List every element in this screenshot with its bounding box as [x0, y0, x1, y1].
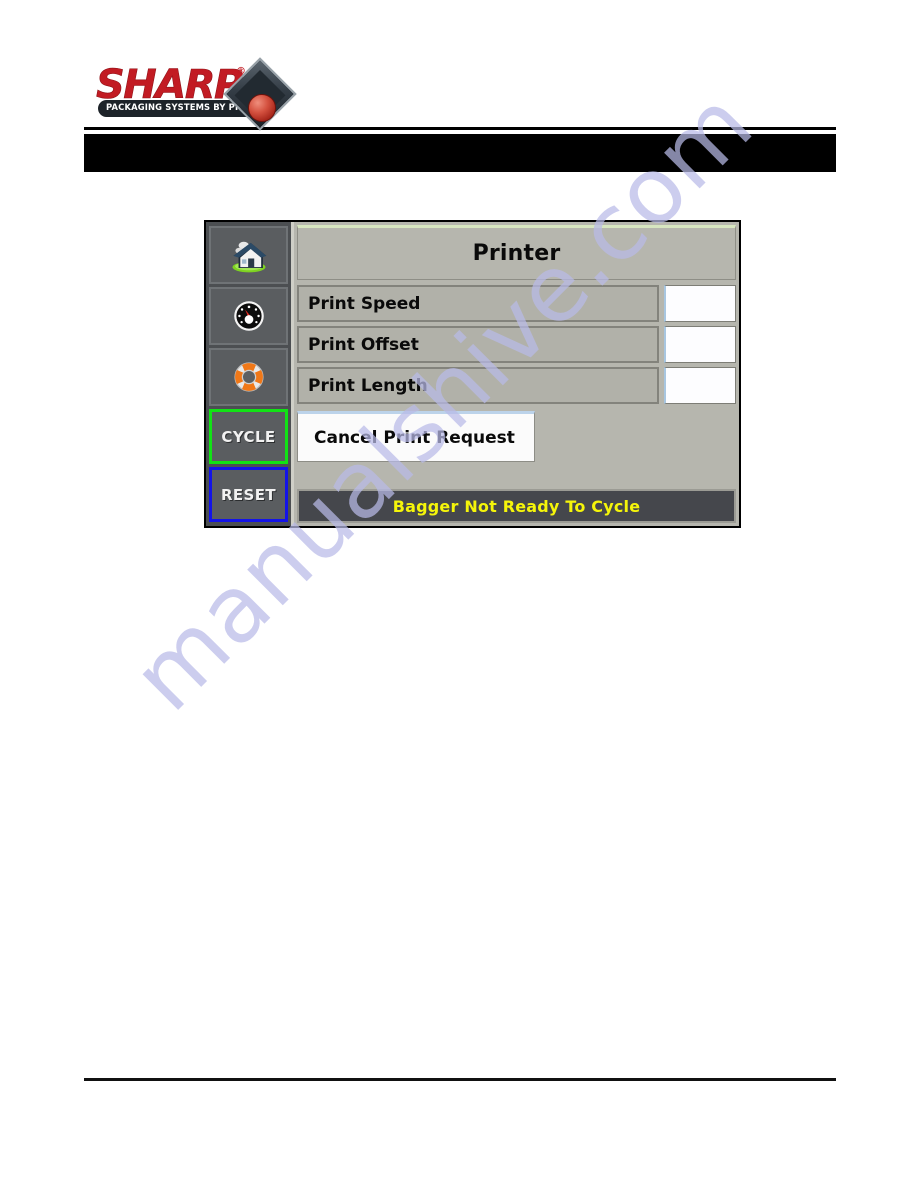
cancel-print-request-button[interactable]: Cancel Print Request — [297, 411, 535, 462]
print-offset-value[interactable] — [664, 326, 736, 363]
table-row: Print Offset — [297, 326, 736, 363]
gauge-icon — [233, 301, 264, 331]
footer-rule — [84, 1078, 836, 1081]
home-icon — [231, 241, 266, 273]
print-length-label-field[interactable]: Print Length — [297, 367, 659, 404]
reset-button-label: RESET — [220, 485, 277, 504]
print-length-value[interactable] — [664, 367, 736, 404]
document-page: SHARP ® PACKAGING SYSTEMS BY PREGIS CYCL… — [0, 0, 918, 1188]
cycle-button[interactable]: CYCLE — [209, 409, 288, 464]
sidebar-item-home[interactable] — [209, 226, 288, 284]
table-row: Print Length — [297, 367, 736, 404]
sidebar-item-help[interactable] — [209, 348, 288, 406]
logo-sphere-icon — [248, 94, 276, 122]
action-zone: Cancel Print Request — [297, 404, 736, 489]
cancel-print-request-label: Cancel Print Request — [314, 427, 515, 448]
print-offset-label: Print Offset — [308, 334, 419, 355]
status-message: Bagger Not Ready To Cycle — [392, 496, 641, 516]
hmi-screen: CYCLE RESET Printer Print Speed Print Of… — [204, 220, 741, 528]
print-offset-label-field[interactable]: Print Offset — [297, 326, 659, 363]
print-speed-label: Print Speed — [308, 293, 421, 314]
status-bar: Bagger Not Ready To Cycle — [297, 489, 736, 523]
reset-button[interactable]: RESET — [209, 467, 288, 522]
page-title: Printer — [472, 241, 561, 266]
watermark-overlay: manualshive.com — [0, 0, 918, 1188]
sidebar-item-gauge[interactable] — [209, 287, 288, 345]
parameter-rows: Print Speed Print Offset Print Length — [297, 285, 736, 404]
hmi-main-area: Printer Print Speed Print Offset Print L… — [294, 222, 739, 526]
sharp-logo: SHARP ® PACKAGING SYSTEMS BY PREGIS — [96, 57, 297, 131]
print-speed-value[interactable] — [664, 285, 736, 322]
header-black-banner — [84, 134, 836, 172]
table-row: Print Speed — [297, 285, 736, 322]
screen-title-bar: Printer — [297, 225, 736, 280]
print-length-label: Print Length — [308, 375, 428, 396]
print-speed-label-field[interactable]: Print Speed — [297, 285, 659, 322]
life-preserver-icon — [233, 362, 264, 392]
hmi-sidebar: CYCLE RESET — [206, 222, 294, 526]
cycle-button-label: CYCLE — [221, 427, 276, 446]
